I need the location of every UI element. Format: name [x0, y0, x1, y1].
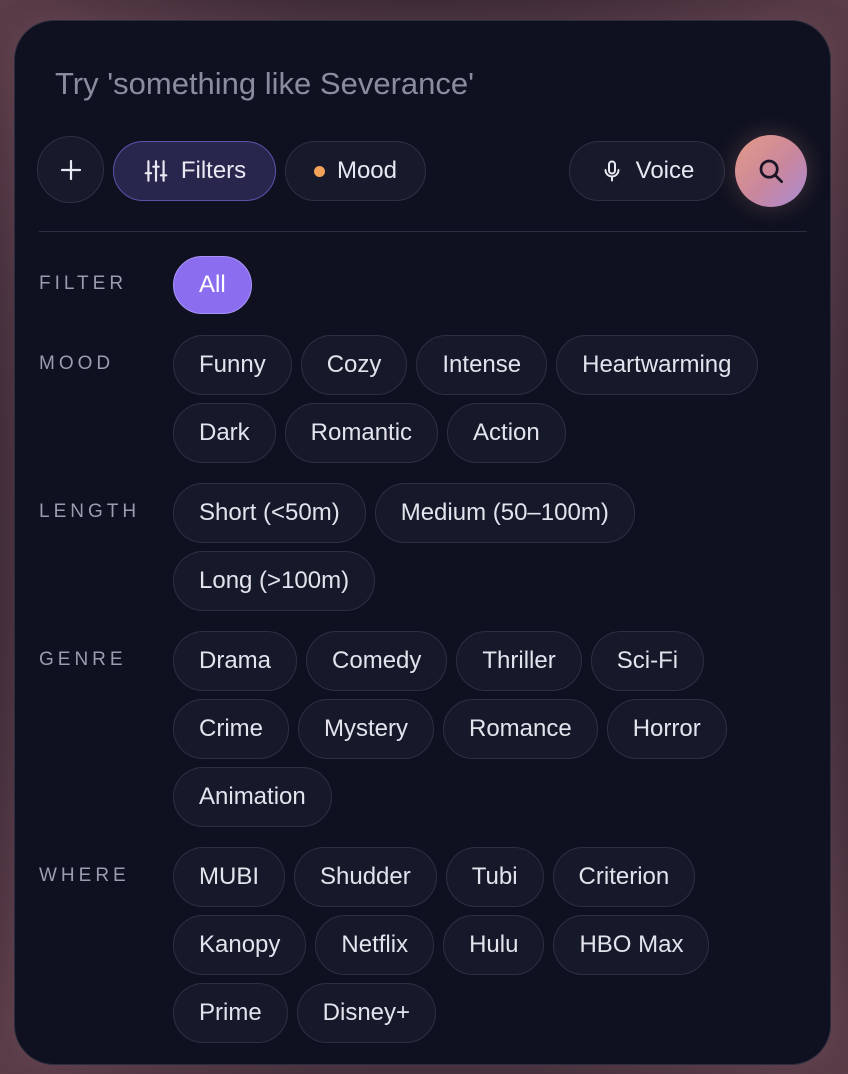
filter-chips: All — [173, 256, 803, 314]
mood-chip-dark[interactable]: Dark — [173, 403, 276, 463]
filter-chip-all[interactable]: All — [173, 256, 252, 314]
search-panel: Filters Mood Voice FILTER All MOOD Funny… — [14, 20, 831, 1065]
where-chip-tubi[interactable]: Tubi — [445, 847, 544, 907]
voice-label: Voice — [635, 157, 695, 184]
genre-chip-comedy[interactable]: Comedy — [306, 631, 448, 691]
filters-button[interactable]: Filters — [113, 141, 276, 201]
add-button[interactable] — [37, 136, 104, 203]
filters-label: Filters — [180, 157, 247, 184]
where-chip-prime[interactable]: Prime — [173, 983, 288, 1043]
genre-chip-crime[interactable]: Crime — [173, 699, 289, 759]
genre-chip-mystery[interactable]: Mystery — [298, 699, 434, 759]
genre-chip-drama[interactable]: Drama — [173, 631, 298, 691]
where-chip-kanopy[interactable]: Kanopy — [173, 915, 307, 975]
plus-icon — [60, 159, 81, 180]
divider — [39, 231, 807, 232]
mood-dot-icon — [313, 165, 325, 177]
where-chip-hbo-max[interactable]: HBO Max — [553, 915, 710, 975]
section-label-where: WHERE — [39, 865, 130, 886]
voice-button[interactable]: Voice — [569, 141, 725, 201]
where-chip-shudder[interactable]: Shudder — [294, 847, 437, 907]
section-label-length: LENGTH — [39, 501, 141, 522]
length-chip-medium-50-100m[interactable]: Medium (50–100m) — [374, 483, 635, 543]
mood-chip-heartwarming[interactable]: Heartwarming — [556, 335, 758, 395]
section-label-genre: GENRE — [39, 649, 127, 670]
mood-chip-intense[interactable]: Intense — [416, 335, 548, 395]
length-chip-short-50m[interactable]: Short (<50m) — [173, 483, 366, 543]
genre-chip-sci-fi[interactable]: Sci-Fi — [590, 631, 705, 691]
search-input[interactable] — [55, 61, 755, 107]
where-chip-criterion[interactable]: Criterion — [552, 847, 696, 907]
where-chip-hulu[interactable]: Hulu — [443, 915, 545, 975]
section-label-mood: MOOD — [39, 353, 115, 374]
where-chip-netflix[interactable]: Netflix — [315, 915, 435, 975]
mood-chip-cozy[interactable]: Cozy — [300, 335, 408, 395]
where-chip-mubi[interactable]: MUBI — [173, 847, 285, 907]
toolbar: Filters Mood Voice — [37, 135, 809, 207]
genre-chip-romance[interactable]: Romance — [443, 699, 598, 759]
genre-chips: Drama Comedy Thriller Sci-Fi Crime Mystery Rom… — [173, 631, 803, 827]
section-label-filter: FILTER — [39, 273, 128, 294]
where-chip-disney[interactable]: Disney+ — [296, 983, 437, 1043]
genre-chip-horror[interactable]: Horror — [606, 699, 727, 759]
genre-chip-thriller[interactable]: Thriller — [456, 631, 582, 691]
microphone-icon — [604, 160, 620, 182]
length-chips: Short (<50m) Medium (50–100m) Long (>100m) — [173, 483, 803, 611]
mood-button[interactable]: Mood — [285, 141, 426, 201]
search-button[interactable] — [735, 135, 807, 207]
where-chips: MUBI Shudder Tubi Criterion Kanopy Netflix Hul… — [173, 847, 803, 1043]
search-icon — [759, 159, 783, 183]
mood-label: Mood — [336, 157, 398, 184]
mood-chip-romantic[interactable]: Romantic — [284, 403, 439, 463]
genre-chip-animation[interactable]: Animation — [173, 767, 332, 827]
length-chip-long-100m[interactable]: Long (>100m) — [173, 551, 376, 611]
mood-chips: Funny Cozy Intense Heartwarming Dark Romantic… — [173, 335, 803, 463]
mood-chip-funny[interactable]: Funny — [173, 335, 292, 395]
mood-chip-action[interactable]: Action — [447, 403, 566, 463]
sliders-icon — [144, 160, 168, 182]
